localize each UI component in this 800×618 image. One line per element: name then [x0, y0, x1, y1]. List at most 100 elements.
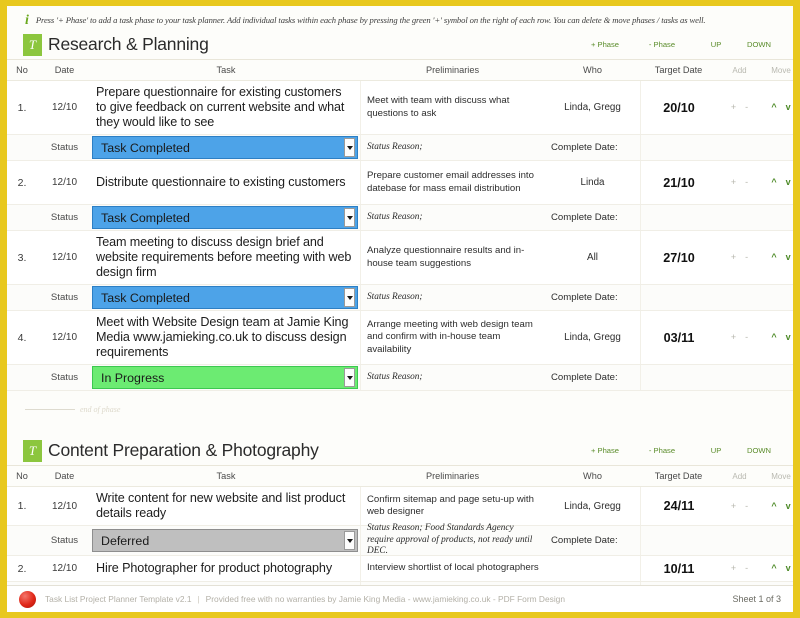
task-number: 4.: [17, 331, 27, 344]
remove-row-button[interactable]: -: [745, 564, 748, 573]
task-target-date[interactable]: 20/10: [640, 81, 717, 134]
task-preliminaries[interactable]: Analyze questionnaire results and in-hou…: [360, 231, 545, 284]
add-phase-button[interactable]: + Phase: [579, 40, 631, 49]
task-target-date[interactable]: 27/10: [640, 231, 717, 284]
move-row-down-button[interactable]: v: [786, 253, 791, 262]
status-select[interactable]: Task Completed: [92, 286, 358, 309]
table-row: 3. 12/10 Team meeting to discuss design …: [7, 231, 793, 285]
task-target-date[interactable]: 24/11: [640, 487, 717, 525]
task-date[interactable]: 12/10: [37, 311, 92, 364]
status-select[interactable]: Task Completed: [92, 206, 358, 229]
add-row-button[interactable]: +: [731, 253, 736, 262]
task-who[interactable]: Linda, Gregg: [545, 487, 640, 525]
status-select[interactable]: In Progress: [92, 366, 358, 389]
add-row-button[interactable]: +: [731, 564, 736, 573]
status-label: Status: [50, 292, 79, 303]
planner-canvas: i Press '+ Phase' to add a task phase to…: [7, 6, 793, 612]
status-value: Deferred: [101, 533, 150, 548]
status-reason[interactable]: Status Reason; Food Standards Agency req…: [360, 523, 545, 556]
move-row-up-button[interactable]: ^: [771, 564, 776, 573]
task-date[interactable]: 12/10: [37, 556, 92, 581]
remove-phase-button[interactable]: - Phase: [631, 40, 693, 49]
task-preliminaries[interactable]: Confirm sitemap and page setu-up with we…: [360, 487, 545, 525]
task-description[interactable]: Hire Photographer for product photograph…: [92, 556, 360, 581]
move-row-down-button[interactable]: v: [786, 333, 791, 342]
remove-row-button[interactable]: -: [745, 178, 748, 187]
complete-date-value[interactable]: [640, 135, 717, 160]
remove-row-button[interactable]: -: [745, 333, 748, 342]
task-description[interactable]: Meet with Website Design team at Jamie K…: [92, 311, 360, 364]
column-header-row: No Date Task Preliminaries Who Target Da…: [7, 60, 793, 81]
complete-date-value[interactable]: [640, 205, 717, 230]
phase-up-button[interactable]: UP: [693, 40, 739, 49]
phase-up-button[interactable]: UP: [693, 446, 739, 455]
end-of-phase-line: [25, 408, 75, 410]
task-description[interactable]: Team meeting to discuss design brief and…: [92, 231, 360, 284]
complete-date-label[interactable]: Complete Date:: [545, 205, 640, 230]
task-preliminaries[interactable]: Meet with team with discuss what questio…: [360, 81, 545, 134]
task-target-date[interactable]: 03/11: [640, 311, 717, 364]
move-row-down-button[interactable]: v: [786, 501, 791, 511]
task-who[interactable]: Linda: [545, 161, 640, 204]
task-who[interactable]: Linda, Gregg: [545, 81, 640, 134]
task-target-date[interactable]: 21/10: [640, 161, 717, 204]
status-reason[interactable]: Status Reason;: [360, 135, 545, 160]
chevron-down-icon[interactable]: [344, 531, 355, 550]
status-select[interactable]: Task Completed: [92, 136, 358, 159]
task-who[interactable]: All: [545, 231, 640, 284]
move-row-up-button[interactable]: ^: [771, 103, 776, 112]
phase-down-button[interactable]: DOWN: [739, 446, 779, 455]
task-description[interactable]: Prepare questionnaire for existing custo…: [92, 81, 360, 134]
chevron-down-icon[interactable]: [344, 288, 355, 307]
phase-gap: [7, 427, 793, 436]
remove-phase-button[interactable]: - Phase: [631, 446, 693, 455]
move-row-up-button[interactable]: ^: [771, 501, 776, 511]
move-row-down-button[interactable]: v: [786, 178, 791, 187]
add-row-button[interactable]: +: [731, 178, 736, 187]
task-date[interactable]: 12/10: [37, 487, 92, 525]
phase-down-button[interactable]: DOWN: [739, 40, 779, 49]
task-preliminaries[interactable]: Prepare customer email addresses into da…: [360, 161, 545, 204]
task-preliminaries[interactable]: Interview shortlist of local photographe…: [360, 556, 545, 581]
status-reason[interactable]: Status Reason;: [360, 205, 545, 230]
task-description[interactable]: Distribute questionnaire to existing cus…: [92, 161, 360, 204]
status-spacer: [7, 135, 37, 160]
add-row-button[interactable]: +: [731, 103, 736, 112]
move-row-up-button[interactable]: ^: [771, 333, 776, 342]
complete-date-label[interactable]: Complete Date:: [545, 365, 640, 390]
remove-row-button[interactable]: -: [745, 501, 748, 511]
task-target-date[interactable]: 10/11: [640, 556, 717, 581]
column-header-no: No: [16, 65, 28, 75]
status-select[interactable]: Deferred: [92, 529, 358, 552]
task-date[interactable]: 12/10: [37, 231, 92, 284]
task-date[interactable]: 12/10: [37, 81, 92, 134]
status-row-move-spacer: [762, 285, 793, 310]
chevron-down-icon[interactable]: [344, 138, 355, 157]
complete-date-value[interactable]: [640, 365, 717, 390]
complete-date-value[interactable]: [640, 285, 717, 310]
move-row-up-button[interactable]: ^: [771, 253, 776, 262]
complete-date-value[interactable]: [640, 526, 717, 555]
complete-date-label[interactable]: Complete Date:: [545, 285, 640, 310]
complete-date-label[interactable]: Complete Date:: [545, 135, 640, 160]
add-phase-button[interactable]: + Phase: [579, 446, 631, 455]
task-date[interactable]: 12/10: [37, 161, 92, 204]
row-move-controls: ^ v: [762, 231, 793, 284]
task-who[interactable]: Linda, Gregg: [545, 311, 640, 364]
status-reason[interactable]: Status Reason;: [360, 285, 545, 310]
chevron-down-icon[interactable]: [344, 368, 355, 387]
column-header-preliminaries: Preliminaries: [425, 471, 480, 481]
remove-row-button[interactable]: -: [745, 103, 748, 112]
add-row-button[interactable]: +: [731, 501, 736, 511]
task-who[interactable]: [545, 556, 640, 581]
remove-row-button[interactable]: -: [745, 253, 748, 262]
chevron-down-icon[interactable]: [344, 208, 355, 227]
task-description[interactable]: Write content for new website and list p…: [92, 487, 360, 525]
move-row-down-button[interactable]: v: [786, 103, 791, 112]
complete-date-label[interactable]: Complete Date:: [545, 526, 640, 555]
move-row-down-button[interactable]: v: [786, 564, 791, 573]
task-preliminaries[interactable]: Arrange meeting with web design team and…: [360, 311, 545, 364]
move-row-up-button[interactable]: ^: [771, 178, 776, 187]
status-reason[interactable]: Status Reason;: [360, 365, 545, 390]
add-row-button[interactable]: +: [731, 333, 736, 342]
